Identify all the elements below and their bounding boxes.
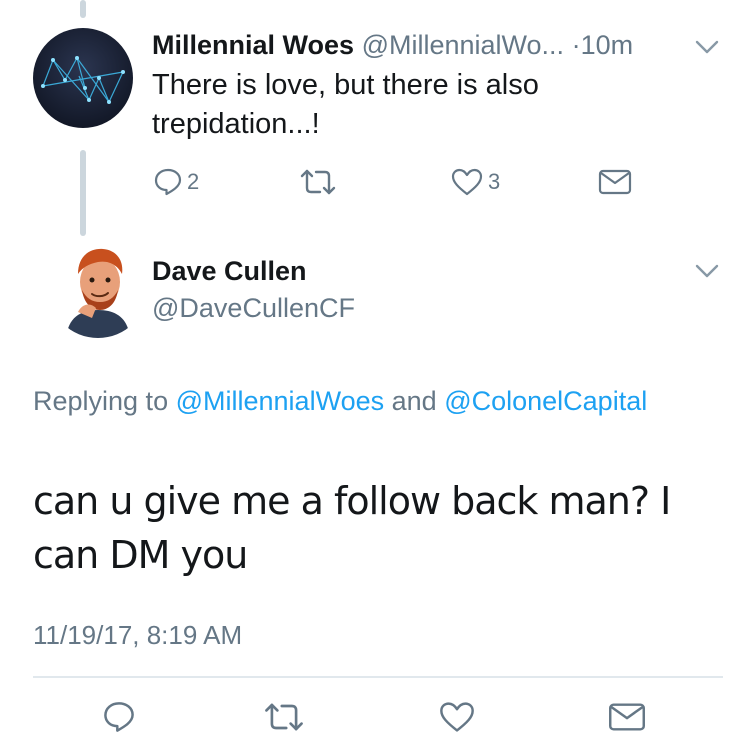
avatar-cartoon-portrait bbox=[48, 238, 148, 338]
tweet1-like-count: 3 bbox=[488, 169, 501, 194]
thread-line-middle bbox=[80, 150, 86, 236]
tweet1-separator: · bbox=[571, 30, 581, 60]
tweet1-time[interactable]: 10m bbox=[581, 30, 634, 60]
thread-line-top bbox=[80, 0, 86, 18]
tweet2-timestamp[interactable]: 11/19/17, 8:19 AM bbox=[33, 618, 242, 652]
tweet1-author-name[interactable]: Millennial Woes bbox=[152, 30, 354, 60]
tweet2-text: can u give me a follow back man? I can D… bbox=[33, 479, 671, 577]
tweet2-author-name[interactable]: Dave Cullen bbox=[152, 254, 307, 288]
tweet1-author-handle[interactable]: @MillennialWo... bbox=[362, 30, 564, 60]
avatar-mw-logo bbox=[41, 56, 125, 104]
reply-button[interactable] bbox=[102, 700, 136, 734]
replying-to-and: and bbox=[391, 386, 437, 416]
tweet1-reply-button[interactable]: 2 bbox=[153, 167, 199, 197]
replying-mention-colonelcapital[interactable]: @ColonelCapital bbox=[444, 386, 647, 416]
replying-mention-millennialwoes[interactable]: @MillennialWoes bbox=[176, 386, 385, 416]
replying-to: Replying to @MillennialWoes and @Colonel… bbox=[33, 380, 653, 422]
avatar-dave-cullen[interactable] bbox=[48, 238, 148, 338]
retweet-button[interactable] bbox=[262, 700, 306, 734]
like-icon bbox=[451, 168, 483, 196]
retweet-icon bbox=[265, 703, 303, 731]
tweet1-like-button[interactable]: 3 bbox=[450, 167, 500, 197]
reply-icon bbox=[104, 702, 134, 732]
tweet1-dm-button[interactable] bbox=[598, 168, 632, 196]
chevron-down-icon[interactable] bbox=[694, 262, 720, 280]
tweet1-retweet-button[interactable] bbox=[298, 167, 338, 197]
tweet1-reply-count: 2 bbox=[187, 169, 200, 194]
chevron-down-icon[interactable] bbox=[694, 38, 720, 56]
divider bbox=[33, 676, 723, 678]
avatar-millennial-woes[interactable] bbox=[33, 28, 133, 128]
direct-message-icon bbox=[609, 703, 645, 731]
direct-message-button[interactable] bbox=[608, 701, 646, 733]
direct-message-icon bbox=[598, 169, 632, 195]
reply-icon bbox=[154, 168, 182, 196]
replying-to-prefix: Replying to bbox=[33, 386, 169, 416]
tweet1-text: There is love, but there is also trepida… bbox=[152, 69, 539, 140]
tweet1-header: Millennial Woes @MillennialWo... ·10m bbox=[152, 28, 633, 62]
like-icon bbox=[440, 702, 474, 732]
like-button[interactable] bbox=[438, 700, 476, 734]
retweet-icon bbox=[300, 169, 336, 195]
tweet2-author-handle[interactable]: @DaveCullenCF bbox=[152, 291, 355, 325]
